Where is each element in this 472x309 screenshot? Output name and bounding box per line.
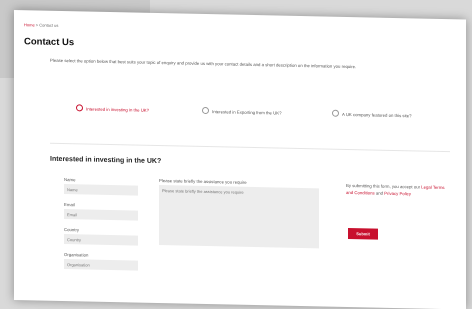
radio-selected-icon[interactable] [76,104,83,112]
name-label: Name [64,177,76,183]
email-field[interactable] [64,209,138,221]
option-label: Interested in investing in the UK? [86,106,150,113]
option-investing[interactable]: Interested in investing in the UK? [76,104,191,114]
radio-icon[interactable] [202,106,209,115]
option-label: Interested in Exporting from the UK? [212,109,282,116]
email-label: Email [64,202,75,208]
enquiry-options: Interested in investing in the UK? Inter… [64,104,464,135]
organisation-field[interactable] [64,259,138,271]
privacy-policy-link[interactable]: Privacy Policy [384,191,411,197]
intro-text: Please select the option below that best… [50,57,357,70]
terms-middle: and [374,190,385,196]
message-field[interactable] [159,185,319,249]
radio-icon[interactable] [332,109,339,117]
option-exporting[interactable]: Interested in Exporting from the UK? [202,106,320,117]
message-label: Please state briefly the assistance you … [159,178,247,185]
terms-text: By submitting this form, you accept our … [346,182,446,198]
page-title: Contact Us [24,36,75,49]
organisation-label: Organisation [64,252,89,258]
section-divider [50,142,450,153]
breadcrumb: Home > Contact us [24,22,58,28]
submit-button[interactable]: Submit [348,227,378,240]
contact-page: Home > Contact us Contact Us Please sele… [14,10,466,309]
name-field[interactable] [64,184,138,196]
breadcrumb-home-link[interactable]: Home [24,22,35,27]
option-uk-company[interactable]: A UK company featured on this site? [332,109,452,121]
breadcrumb-current: Contact us [39,22,59,28]
option-label: A UK company featured on this site? [342,111,412,119]
form-section-title: Interested in investing in the UK? [50,155,162,166]
country-field[interactable] [64,234,138,246]
country-label: Country [64,227,80,233]
terms-prefix: By submitting this form, you accept our [346,182,422,190]
